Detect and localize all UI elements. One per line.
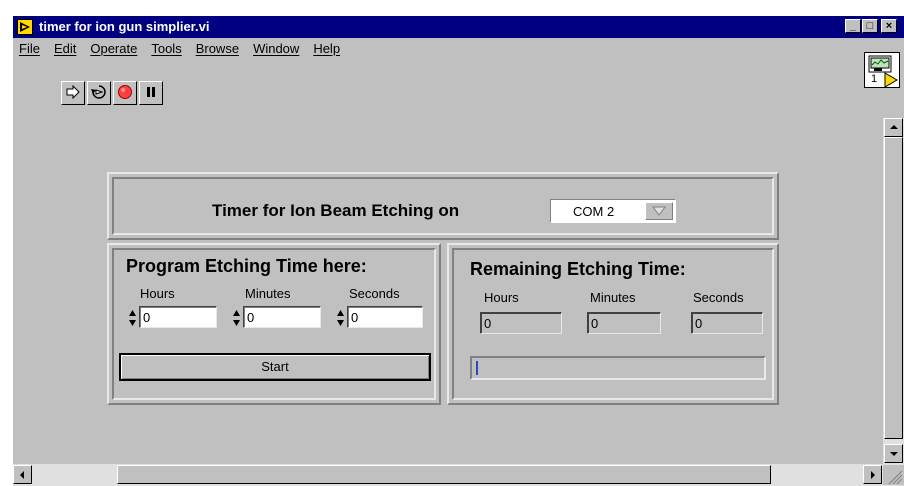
minimize-button[interactable]: _ (845, 19, 861, 33)
pause-icon (145, 86, 157, 101)
arrow-up-icon (890, 125, 898, 129)
title-bar[interactable]: timer for ion gun simplier.vi _ □ × (13, 16, 904, 38)
close-button[interactable]: × (881, 19, 897, 33)
menu-toolbar-area: File Edit Operate Tools Browse Window He… (13, 38, 904, 118)
start-button[interactable]: Start (119, 353, 431, 381)
horizontal-scrollbar[interactable] (13, 464, 904, 486)
program-hours-label: Hours (140, 286, 175, 301)
run-button[interactable] (61, 81, 85, 105)
abort-button[interactable] (113, 81, 137, 105)
abort-icon (117, 84, 133, 103)
etching-progress-bar (470, 356, 766, 380)
scroll-left-button[interactable] (13, 465, 32, 484)
remaining-minutes-label: Minutes (590, 290, 636, 305)
run-arrow-icon (65, 84, 81, 102)
scroll-right-button[interactable] (863, 465, 882, 484)
vi-connector-icon[interactable]: 1 (864, 52, 900, 88)
run-continuous-icon (90, 83, 108, 104)
window-title: timer for ion gun simplier.vi (39, 19, 210, 34)
hours-input[interactable]: 0 (139, 306, 217, 328)
menu-window[interactable]: Window (253, 41, 299, 56)
seconds-stepper[interactable] (336, 308, 345, 328)
scroll-up-button[interactable] (884, 118, 903, 137)
menu-edit[interactable]: Edit (54, 41, 76, 56)
menu-file[interactable]: File (19, 41, 40, 56)
pause-button[interactable] (139, 81, 163, 105)
vi-icon-number: 1 (871, 73, 878, 85)
header-label: Timer for Ion Beam Etching on (212, 201, 460, 220)
labview-vi-icon (17, 19, 33, 35)
program-seconds-label: Seconds (349, 286, 400, 301)
maximize-button[interactable]: □ (862, 19, 878, 33)
minutes-input[interactable]: 0 (243, 306, 321, 328)
arrow-down-icon (890, 452, 898, 456)
toolbar (61, 81, 163, 105)
vertical-scrollbar[interactable] (883, 118, 904, 464)
menu-browse[interactable]: Browse (196, 41, 239, 56)
program-minutes-label: Minutes (245, 286, 291, 301)
chevron-down-icon[interactable] (645, 202, 673, 220)
menu-help[interactable]: Help (313, 41, 340, 56)
remaining-heading: Remaining Etching Time: (470, 259, 686, 279)
remaining-hours-indicator: 0 (480, 312, 562, 334)
com-port-value: COM 2 (573, 204, 615, 219)
arrow-left-icon (20, 471, 24, 479)
remaining-seconds-label: Seconds (693, 290, 744, 305)
horizontal-scroll-thumb[interactable] (117, 465, 771, 484)
run-continuously-button[interactable] (87, 81, 111, 105)
menu-tools[interactable]: Tools (151, 41, 181, 56)
menu-bar: File Edit Operate Tools Browse Window He… (19, 41, 340, 56)
progress-cursor (476, 361, 478, 375)
scroll-down-button[interactable] (884, 444, 903, 463)
remaining-seconds-indicator: 0 (691, 312, 763, 334)
program-heading: Program Etching Time here: (126, 256, 367, 276)
remaining-minutes-indicator: 0 (587, 312, 661, 334)
resize-grip-icon[interactable] (883, 465, 904, 485)
remaining-hours-label: Hours (484, 290, 519, 305)
com-port-select[interactable]: COM 2 (550, 199, 676, 223)
hours-stepper[interactable] (128, 308, 137, 328)
arrow-right-icon (871, 471, 875, 479)
menu-operate[interactable]: Operate (90, 41, 137, 56)
minutes-stepper[interactable] (232, 308, 241, 328)
seconds-input[interactable]: 0 (347, 306, 423, 328)
vertical-scroll-thumb[interactable] (884, 137, 903, 439)
